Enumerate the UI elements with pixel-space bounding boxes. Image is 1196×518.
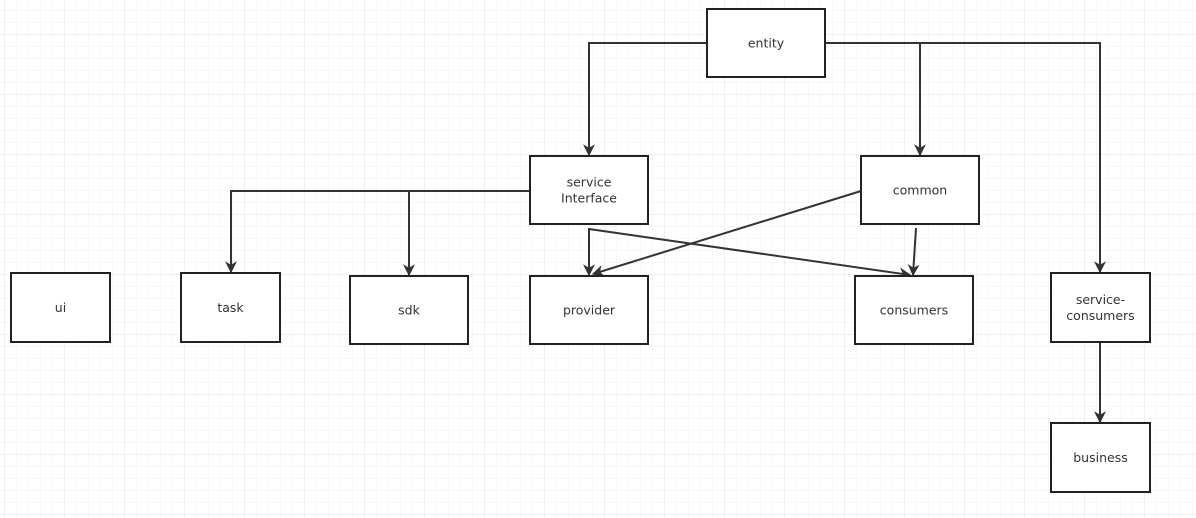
node-label: common (893, 183, 947, 198)
node-ui[interactable]: ui (10, 272, 111, 343)
node-label: task (217, 300, 244, 315)
node-consumers[interactable]: consumers (854, 275, 974, 345)
node-provider[interactable]: provider (529, 275, 649, 345)
node-service-consumers[interactable]: service-consumers (1050, 272, 1151, 343)
node-label: service- (1076, 292, 1125, 307)
node-service-interface[interactable]: serviceInterface (529, 155, 649, 225)
node-label: business (1073, 450, 1127, 465)
node-label: provider (563, 303, 616, 318)
node-task[interactable]: task (180, 272, 281, 343)
node-label: ui (55, 300, 66, 315)
node-label: Interface (561, 191, 617, 206)
node-sdk[interactable]: sdk (349, 275, 469, 345)
node-label: service (567, 175, 612, 190)
node-business[interactable]: business (1050, 422, 1151, 493)
node-label: consumers (1066, 308, 1134, 323)
node-label: sdk (398, 303, 420, 318)
grid-background (0, 0, 1196, 518)
node-common[interactable]: common (860, 155, 980, 225)
node-entity[interactable]: entity (706, 8, 826, 78)
node-label: entity (748, 36, 785, 51)
diagram-canvas: entity serviceInterface common ui task sdk pro… (0, 0, 1196, 518)
node-label: consumers (880, 303, 948, 318)
